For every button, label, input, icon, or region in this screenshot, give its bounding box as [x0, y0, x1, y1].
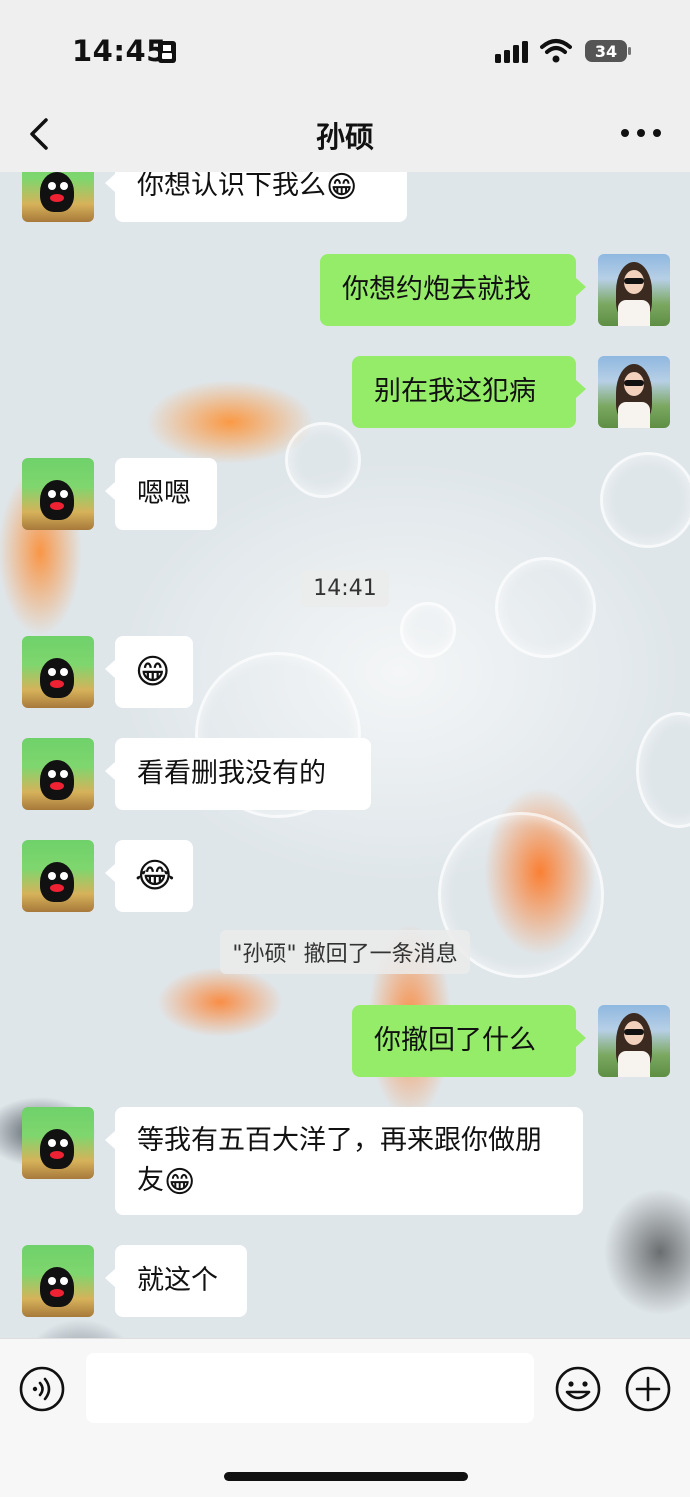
recall-notice: "孙硕" 撤回了一条消息 [0, 930, 690, 974]
contact-avatar[interactable] [22, 840, 94, 912]
message-received[interactable]: 就这个 [105, 1245, 247, 1317]
status-bar: 14:45 34 [0, 34, 690, 74]
home-indicator [224, 1472, 468, 1481]
message-received[interactable]: 看看删我没有的 [105, 738, 371, 810]
voice-input-icon[interactable] [18, 1365, 66, 1413]
wallpaper-bubble [285, 422, 361, 498]
message-text: 就这个 [137, 1265, 218, 1296]
sim-card-icon [158, 41, 176, 63]
contact-avatar[interactable] [22, 1245, 94, 1317]
my-avatar[interactable] [598, 254, 670, 326]
grinning-emoji-icon: 😁 [164, 1165, 196, 1200]
contact-avatar[interactable] [22, 738, 94, 810]
message-sent[interactable]: 你想约炮去就找 [320, 254, 586, 326]
wifi-icon [540, 39, 572, 63]
message-text: 等我有五百大洋了，再来跟你做朋友 [137, 1125, 542, 1196]
timestamp-text: 14:41 [301, 570, 389, 607]
message-received[interactable]: 😂 [105, 840, 193, 912]
emoji-picker-icon[interactable] [554, 1365, 602, 1413]
message-text: 看看删我没有的 [137, 758, 326, 789]
timestamp-divider: 14:41 [0, 570, 690, 607]
chat-title: 孙硕 [315, 120, 374, 154]
message-sent[interactable]: 别在我这犯病 [352, 356, 586, 428]
message-text: 嗯嗯 [137, 478, 191, 509]
wallpaper-bubble [636, 712, 690, 828]
message-received[interactable]: 等我有五百大洋了，再来跟你做朋友😁 [105, 1107, 583, 1215]
wallpaper-bubble [600, 452, 690, 548]
status-time: 14:45 [72, 34, 167, 68]
grinning-emoji-icon: 😁 [135, 652, 171, 692]
battery-icon: 34 [585, 40, 631, 62]
my-avatar[interactable] [598, 1005, 670, 1077]
message-text: 你想约炮去就找 [342, 274, 531, 305]
message-text: 别在我这犯病 [374, 376, 536, 407]
message-text: 你撤回了什么 [374, 1025, 536, 1056]
chat-header: 孙硕 [0, 100, 690, 166]
my-avatar[interactable] [598, 356, 670, 428]
top-bar: 14:45 34 孙硕 [0, 0, 690, 172]
message-input[interactable] [86, 1353, 534, 1423]
message-received[interactable]: 你想认识下我么😁 [105, 172, 407, 222]
message-received[interactable]: 😁 [105, 636, 193, 708]
grinning-emoji-icon: 😁 [326, 172, 358, 205]
message-sent[interactable]: 你撤回了什么 [352, 1005, 586, 1077]
chat-messages-area[interactable]: 你想认识下我么😁 你想约炮去就找 别在我这犯病 嗯嗯 14:41 😁 看看删我没… [0, 172, 690, 1338]
more-options-icon[interactable] [616, 120, 666, 146]
contact-avatar[interactable] [22, 458, 94, 530]
contact-avatar[interactable] [22, 172, 94, 222]
recall-notice-text: "孙硕" 撤回了一条消息 [220, 930, 470, 974]
plus-icon[interactable] [624, 1365, 672, 1413]
battery-level: 34 [595, 42, 617, 61]
cellular-signal-icon [495, 41, 528, 63]
contact-avatar[interactable] [22, 1107, 94, 1179]
wallpaper-bubble [400, 602, 456, 658]
contact-avatar[interactable] [22, 636, 94, 708]
laughing-tears-emoji-icon: 😂 [135, 856, 175, 896]
message-text: 你想认识下我么 [137, 172, 326, 201]
message-received[interactable]: 嗯嗯 [105, 458, 217, 530]
